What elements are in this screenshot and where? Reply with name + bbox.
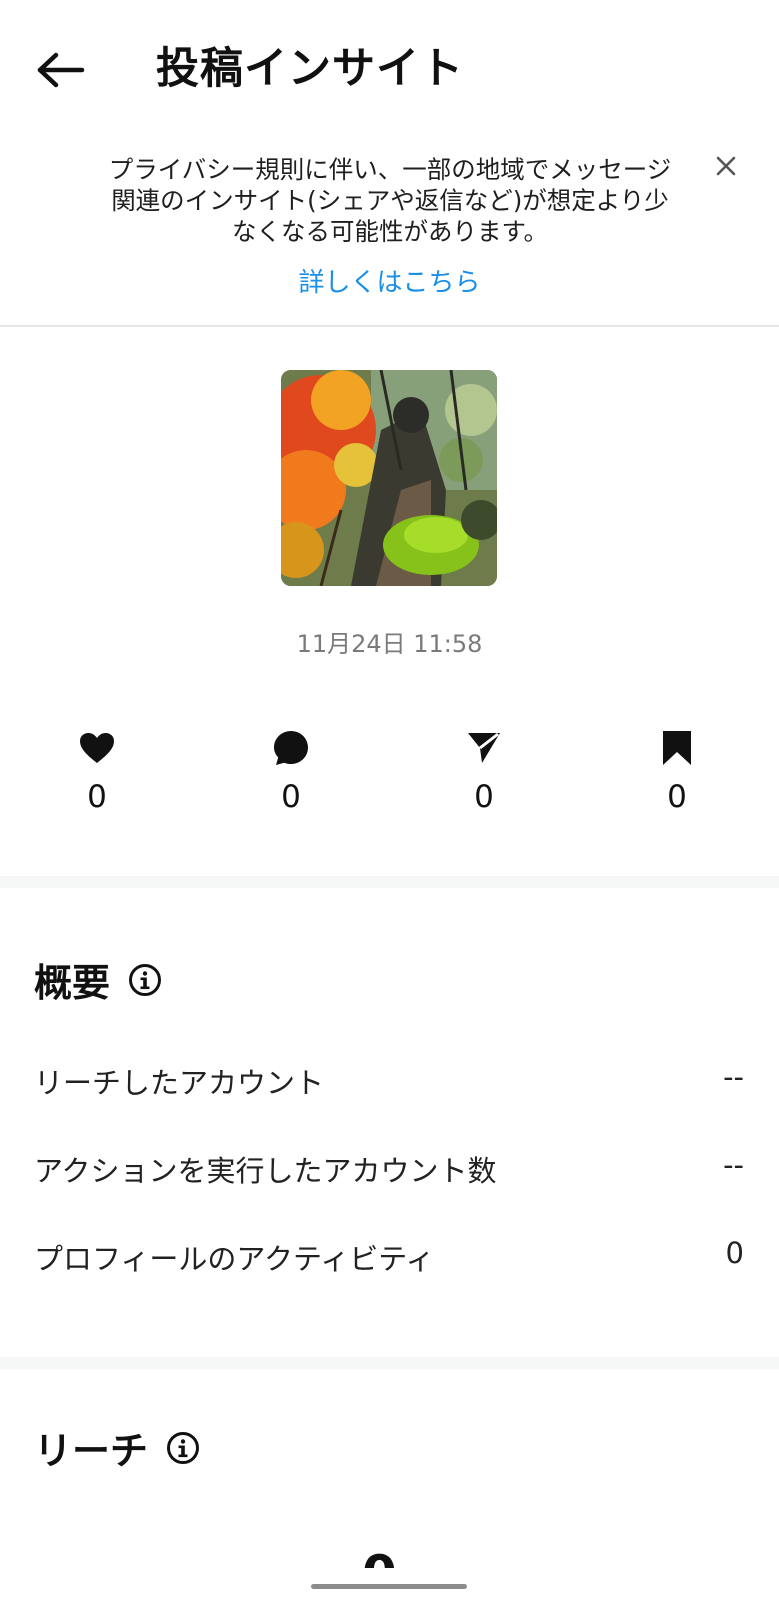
likes-count: 0 <box>87 779 107 815</box>
shares-stat: 0 <box>424 725 544 815</box>
heart-icon <box>80 733 114 763</box>
info-icon <box>167 1431 200 1464</box>
overview-section-title: 概要 <box>34 952 162 1007</box>
privacy-notice: プライバシー規則に伴い、一部の地域でメッセージ 関連のインサイト(シェアや返信な… <box>0 130 779 327</box>
top-bar: 投稿インサイト <box>0 0 779 130</box>
arrow-left-icon <box>37 52 85 88</box>
autumn-forest-photo <box>281 370 497 586</box>
overview-row-reach[interactable]: リーチしたアカウント -- <box>34 1060 744 1102</box>
notice-line: なくなる可能性があります。 <box>231 217 549 246</box>
reach-section-title: リーチ <box>34 1420 200 1475</box>
row-label: リーチしたアカウント <box>34 1066 325 1100</box>
send-icon <box>468 732 500 763</box>
overview-info-button[interactable] <box>128 963 162 997</box>
overview-row-profile-activity[interactable]: プロフィールのアクティビティ 0 <box>34 1236 744 1278</box>
close-icon <box>716 156 736 176</box>
overview-row-engaged[interactable]: アクションを実行したアカウント数 -- <box>34 1148 744 1190</box>
comments-stat: 0 <box>231 725 351 815</box>
info-icon <box>129 963 162 996</box>
notice-text: プライバシー規則に伴い、一部の地域でメッセージ 関連のインサイト(シェアや返信な… <box>80 154 700 247</box>
learn-more-link[interactable]: 詳しくはこちら <box>0 262 779 299</box>
home-indicator[interactable] <box>311 1584 467 1589</box>
comment-bubble-icon <box>274 731 308 765</box>
notice-line: 関連のインサイト(シェアや返信など)が想定より少 <box>111 186 669 215</box>
overview-title: 概要 <box>34 961 111 1005</box>
bookmark-icon <box>663 731 691 765</box>
likes-stat: 0 <box>37 725 157 815</box>
reach-value: 0 <box>362 1548 397 1568</box>
notice-line: プライバシー規則に伴い、一部の地域でメッセージ <box>108 155 672 184</box>
close-notice-button[interactable] <box>708 148 744 184</box>
back-button[interactable] <box>30 40 90 100</box>
reach-info-button[interactable] <box>166 1431 200 1465</box>
row-value: -- <box>723 1060 744 1094</box>
row-value: 0 <box>725 1236 744 1270</box>
comments-count: 0 <box>281 779 301 815</box>
post-thumbnail[interactable] <box>281 370 497 586</box>
shares-count: 0 <box>474 779 494 815</box>
section-divider <box>0 1357 779 1369</box>
saves-stat: 0 <box>617 725 737 815</box>
row-value: -- <box>723 1148 744 1182</box>
row-label: プロフィールのアクティビティ <box>34 1242 435 1276</box>
page-title: 投稿インサイト <box>156 44 464 94</box>
saves-count: 0 <box>667 779 687 815</box>
post-date: 11月24日 11:58 <box>296 630 483 658</box>
reach-title: リーチ <box>34 1429 149 1473</box>
section-divider <box>0 876 779 888</box>
row-label: アクションを実行したアカウント数 <box>34 1154 497 1188</box>
